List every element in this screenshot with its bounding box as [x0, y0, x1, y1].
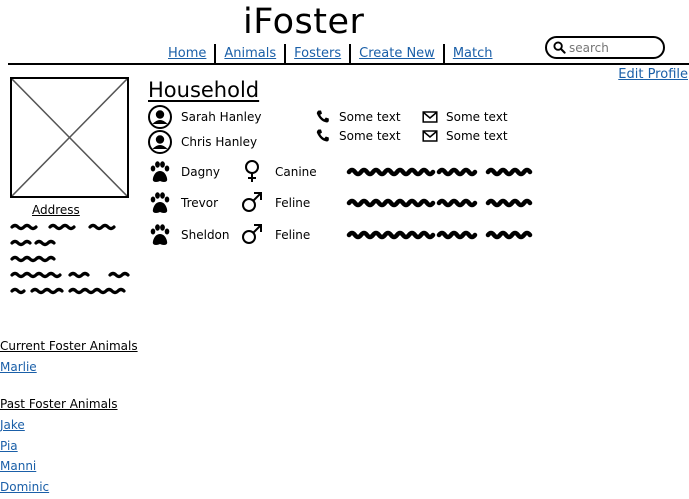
current-foster-link[interactable]: Marlie: [0, 360, 37, 374]
redacted-text: [346, 167, 533, 177]
household-member: Chris Hanley: [148, 130, 257, 154]
household-pet: Trevor Feline: [148, 190, 533, 216]
user-avatar-icon: [148, 130, 172, 154]
search-input[interactable]: [569, 40, 657, 55]
app-title: iFoster: [243, 2, 365, 42]
household-member: Sarah Hanley: [148, 105, 261, 129]
nav-match[interactable]: Match: [445, 45, 501, 63]
nav-fosters[interactable]: Fosters: [286, 45, 349, 63]
member-phone: Some text: [315, 128, 401, 144]
phone-number: Some text: [339, 129, 401, 143]
email-address: Some text: [446, 129, 508, 143]
phone-number: Some text: [339, 110, 401, 124]
address-redacted-text: [10, 223, 130, 295]
envelope-icon: [422, 130, 438, 142]
household-pet: Dagny Canine: [148, 159, 533, 185]
nav-home[interactable]: Home: [160, 45, 214, 63]
edit-profile-link[interactable]: Edit Profile: [618, 67, 688, 82]
male-icon: [242, 224, 262, 244]
header-divider: [8, 63, 689, 65]
search-icon: [553, 41, 566, 54]
email-address: Some text: [446, 110, 508, 124]
past-foster-link[interactable]: Pia: [0, 439, 18, 453]
phone-icon: [316, 110, 329, 123]
pet-name: Dagny: [181, 165, 220, 179]
search-box[interactable]: [545, 36, 665, 59]
member-phone: Some text: [315, 109, 401, 125]
member-name: Chris Hanley: [181, 135, 258, 149]
member-email: Some text: [422, 128, 508, 144]
main-nav: Home Animals Fosters Create New Match: [160, 44, 500, 64]
past-foster-link[interactable]: Manni: [0, 459, 36, 473]
pet-name: Sheldon: [181, 228, 230, 242]
female-icon: [245, 160, 259, 182]
pet-species: Canine: [275, 165, 317, 179]
nav-animals[interactable]: Animals: [216, 45, 284, 63]
user-avatar-icon: [148, 105, 172, 129]
paw-icon: [150, 224, 170, 245]
phone-icon: [316, 129, 329, 142]
nav-create-new[interactable]: Create New: [351, 45, 443, 63]
past-fosters-heading: Past Foster Animals: [0, 397, 118, 411]
profile-photo-placeholder: [10, 77, 129, 198]
redacted-text: [346, 230, 533, 240]
paw-icon: [150, 161, 170, 182]
male-icon: [242, 192, 262, 212]
redacted-text: [346, 198, 533, 208]
past-foster-link[interactable]: Jake: [0, 418, 25, 432]
household-title: Household: [148, 78, 260, 102]
pet-species: Feline: [275, 196, 311, 210]
household-pet: Sheldon Feline: [148, 222, 533, 248]
paw-icon: [150, 192, 170, 213]
pet-name: Trevor: [181, 196, 218, 210]
current-fosters-heading: Current Foster Animals: [0, 339, 138, 353]
member-email: Some text: [422, 109, 508, 125]
member-name: Sarah Hanley: [181, 110, 262, 124]
envelope-icon: [422, 111, 438, 123]
address-label: Address: [32, 203, 80, 217]
pet-species: Feline: [275, 228, 311, 242]
past-foster-link[interactable]: Dominic: [0, 480, 49, 494]
